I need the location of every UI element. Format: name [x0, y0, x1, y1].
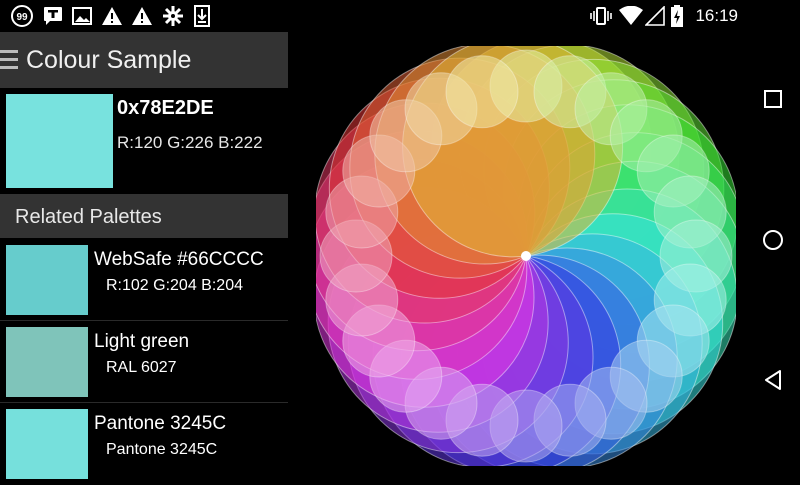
- message-icon: [42, 5, 64, 27]
- status-time: 16:19: [695, 6, 738, 25]
- wifi-icon: [619, 5, 643, 27]
- palette-swatch: [6, 327, 88, 397]
- battery-charging-icon: [670, 5, 684, 27]
- related-palettes-header: Related Palettes: [0, 194, 288, 238]
- back-icon[interactable]: [758, 365, 788, 395]
- warning-icon: [101, 5, 123, 27]
- sample-rgb-label: R:120 G:226 B:222: [117, 133, 263, 152]
- list-item[interactable]: WebSafe #66CCCC R:102 G:204 B:204: [0, 239, 288, 321]
- palette-name: WebSafe #66CCCC: [94, 249, 264, 270]
- palette-detail: Pantone 3245C: [106, 441, 218, 458]
- badge-99-icon: 99: [10, 5, 34, 27]
- palette-detail: RAL 6027: [106, 359, 177, 376]
- warning-icon: [131, 5, 153, 27]
- sample-color-swatch: [6, 94, 113, 188]
- palette-swatch: [6, 245, 88, 315]
- menu-icon[interactable]: [0, 48, 18, 72]
- vibrate-icon: [590, 5, 612, 27]
- palette-swatch: [6, 409, 88, 479]
- sample-hex-label: 0x78E2DE: [117, 97, 214, 119]
- signal-icon: [645, 5, 665, 27]
- list-item[interactable]: Light green RAL 6027: [0, 321, 288, 403]
- image-icon: [72, 5, 92, 27]
- app-header: Colour Sample: [0, 32, 288, 88]
- palette-name: Light green: [94, 331, 190, 352]
- wheel-tile: [445, 55, 519, 129]
- download-icon: [193, 5, 211, 27]
- palette-name: Pantone 3245C: [94, 413, 227, 434]
- colour-wheel[interactable]: [316, 46, 736, 466]
- palette-detail: R:102 G:204 B:204: [106, 277, 243, 294]
- list-item[interactable]: Pantone 3245C Pantone 3245C: [0, 403, 288, 485]
- navigation-bar: [746, 32, 800, 480]
- puzzle-icon: [162, 5, 184, 27]
- page-title: Colour Sample: [26, 46, 192, 74]
- section-title: Related Palettes: [15, 206, 162, 228]
- home-icon[interactable]: [758, 225, 788, 255]
- badge-count: 99: [16, 12, 28, 23]
- recents-icon[interactable]: [758, 84, 788, 114]
- status-bar: 99 16:19: [0, 0, 800, 32]
- wheel-center-dot: [521, 251, 531, 261]
